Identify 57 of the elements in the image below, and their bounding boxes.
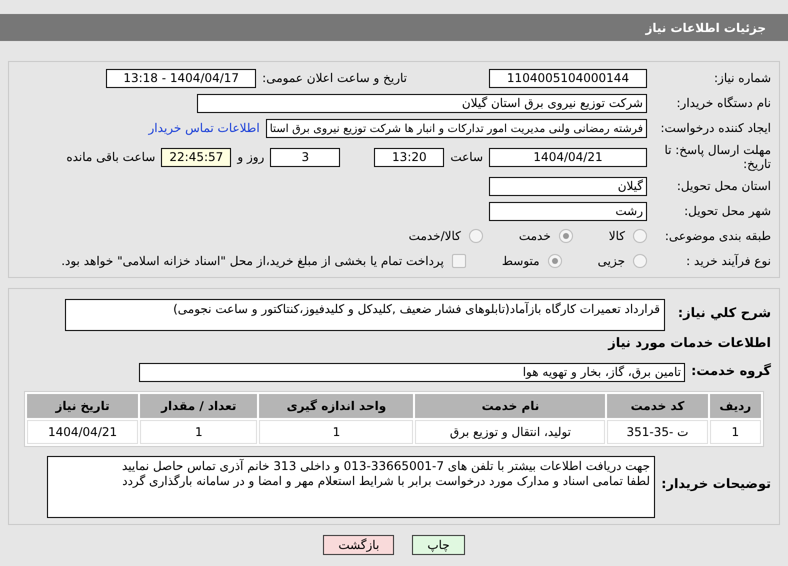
table-cell: ت -35-351 xyxy=(607,420,708,444)
table-cell: تولید، انتقال و توزیع برق xyxy=(415,420,606,444)
deadline-date-field: 1404/04/21 xyxy=(489,148,647,166)
remaining-time-field: 22:45:57 xyxy=(161,148,232,166)
field-label: استان محل تحویل: xyxy=(676,179,771,193)
field-label: توضیحات خریدار: xyxy=(661,476,771,492)
buyer-field: شرکت توزیع نیروی برق استان گیلان xyxy=(197,94,647,112)
field-label: طبقه بندی موضوعی: xyxy=(664,229,771,243)
notes-textarea[interactable]: جهت دریافت اطلاعات بیشتر با تلفن های 7-33665001-013 و داخلی 313 خانم آذری تماس حاصل نمایید لطفا تمامی اسناد و مدارک مورد درخواست برابر با شرایط استعلام مهر و امضا و در سامانه بارگذاری گردد xyxy=(47,456,655,518)
back-button[interactable]: بازگشت xyxy=(323,535,394,555)
table-cell: 1 xyxy=(140,420,258,444)
field-label: شرح کلي نیاز: xyxy=(676,305,771,321)
print-button[interactable]: چاپ xyxy=(412,535,465,555)
column-header: کد خدمت xyxy=(607,394,708,418)
time-label: ساعت xyxy=(450,150,483,164)
table-cell: 1 xyxy=(710,420,761,444)
radio-button[interactable] xyxy=(633,229,647,243)
table-cell: 1 xyxy=(259,420,414,444)
service-group-field: تامین برق، گاز، بخار و تهویه هوا xyxy=(139,362,685,382)
buyer-contact-link[interactable]: اطلاعات تماس خریدار xyxy=(148,121,260,135)
days-label: روز و xyxy=(237,150,264,164)
checkbox[interactable] xyxy=(452,254,466,268)
radio-button[interactable] xyxy=(468,229,483,243)
field-label: مهلت ارسال پاسخ: تا تاریخ: xyxy=(663,143,771,171)
field-label: تاریخ و ساعت اعلان عمومی: xyxy=(262,71,407,85)
column-header: تعداد / مقدار xyxy=(140,394,258,418)
remaining-label: ساعت باقی مانده xyxy=(66,150,156,164)
radio-label: کالا xyxy=(608,229,625,243)
summary-textarea[interactable]: قرارداد تعمیرات کارگاه بازآماد(تابلوهای فشار ضعیف ,کلیدکل و کلیدفیوز،کنتاکتور و ساعت نجومی) xyxy=(65,299,665,331)
days-field: 3 xyxy=(270,148,340,166)
need-number-field: 1104005104000144 xyxy=(489,68,647,88)
radio-button[interactable] xyxy=(558,229,573,243)
column-header: تاریخ نیاز xyxy=(27,394,138,418)
field-label: گروه خدمت: xyxy=(691,365,771,379)
column-header: ردیف xyxy=(710,394,761,418)
field-label: شماره نیاز: xyxy=(713,71,771,85)
field-label: ایجاد کننده درخواست: xyxy=(659,121,771,135)
column-header: نام خدمت xyxy=(415,394,606,418)
column-header: واحد اندازه گیری xyxy=(259,394,414,418)
announce-date-field: 1404/04/17 - 13:18 xyxy=(106,68,256,88)
creator-field: فرشته رمضانی ولنی مدیریت امور تدارکات و انبار ها شرکت توزیع نیروی برق استا xyxy=(266,118,647,138)
deadline-time-field: 13:20 xyxy=(374,148,444,166)
radio-label: خدمت xyxy=(518,229,551,243)
radio-label: کالا/خدمت xyxy=(408,229,461,243)
table-cell: 1404/04/21 xyxy=(27,420,138,444)
section-heading: اطلاعات خدمات مورد نیاز xyxy=(606,336,771,351)
checkbox-label: پرداخت تمام یا بخشی از مبلغ خرید،از محل "اسناد خزانه اسلامی" خواهد بود. xyxy=(61,254,444,268)
radio-label: متوسط xyxy=(502,254,540,268)
city-field: رشت xyxy=(489,202,647,220)
province-field: گیلان xyxy=(489,176,647,196)
field-label: شهر محل تحویل: xyxy=(683,204,771,218)
radio-button[interactable] xyxy=(548,254,562,268)
field-label: نام دستگاه خریدار: xyxy=(676,96,771,110)
radio-label: جزیی xyxy=(598,254,625,268)
page-title: جزئیات اطلاعات نیاز xyxy=(0,14,788,41)
field-label: نوع فرآیند خرید : xyxy=(685,254,771,268)
radio-button[interactable] xyxy=(633,254,647,268)
